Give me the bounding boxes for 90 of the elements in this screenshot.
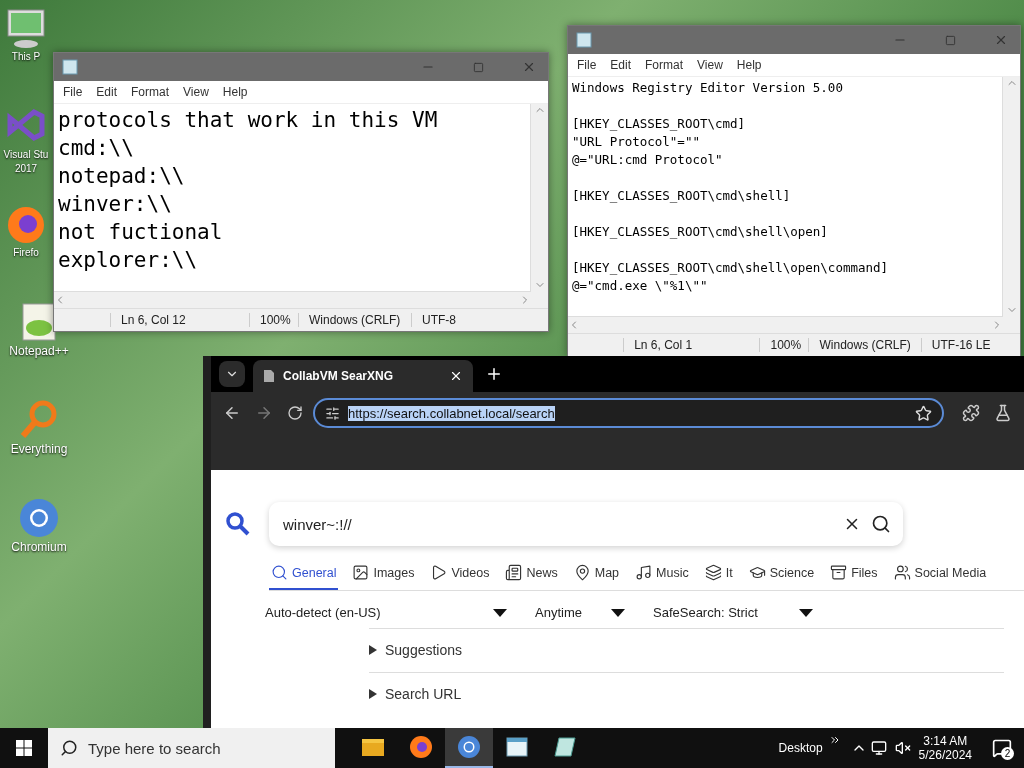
chromium-logo-icon [17,496,61,540]
clock[interactable]: 3:14 AM 5/26/2024 [918,734,972,762]
triangle-right-icon [369,689,377,699]
notification-icon [992,738,1012,758]
filter-dropdown[interactable]: SafeSearch: Strict [653,605,813,620]
desktop-shortcut[interactable]: Visual Stu 2017 [0,104,52,188]
people-icon [893,564,911,581]
triangle-right-icon [369,645,377,655]
windows-logo-icon [16,740,32,756]
bookmark-star-icon[interactable] [915,404,932,422]
search-icon[interactable] [871,514,891,534]
category-tab[interactable]: Map [571,560,622,590]
menu-item[interactable]: File [572,56,602,74]
music-note-icon [635,564,653,581]
menu-item[interactable]: Format [640,56,689,74]
search-icon [271,564,288,581]
status-text: UTF-8 [411,313,512,327]
layers-icon [704,564,722,581]
collapsible-section[interactable]: Search URL [369,672,1004,716]
search-icon [60,739,78,757]
graduation-cap-icon [748,564,766,581]
category-tab[interactable]: Images [350,560,417,590]
notification-count: 2 [1001,747,1014,760]
arrow-right-icon [255,404,273,422]
close-icon [522,60,536,74]
status-text: Ln 6, Col 1 [623,338,760,352]
plus-icon [485,365,503,383]
category-tab[interactable]: General [269,560,339,590]
desktop-shortcut[interactable]: This P [0,6,52,90]
browser-tab[interactable]: CollabVM SearXNG [253,360,473,392]
fox-globe-icon [409,735,433,759]
search-field[interactable]: winver~:!// [269,502,903,546]
category-tab[interactable]: Science [746,560,817,590]
menu-item[interactable]: Help [731,56,767,74]
menu-item[interactable]: View [692,56,728,74]
archive-box-icon [830,564,848,581]
play-icon [430,564,448,581]
category-tab[interactable]: Music [633,560,691,590]
menu-item[interactable]: File [58,83,88,101]
caret-icon [799,608,813,617]
notepad-icon [576,32,592,48]
category-tab[interactable]: Videos [428,560,492,590]
category-tab[interactable]: It [702,560,735,590]
chromium-logo-icon [457,735,481,759]
notepad-slanted-icon [553,736,577,758]
searxng-logo-icon [225,511,251,537]
category-tab[interactable]: News [503,560,560,590]
notepad-icon [505,736,529,758]
close-icon[interactable] [449,369,463,383]
puzzle-icon [962,404,980,422]
volume-muted-icon[interactable] [894,740,911,756]
status-text: Windows (CRLF) [298,313,411,327]
tab-list-button[interactable] [219,361,245,387]
status-text: UTF-16 LE [920,338,1020,352]
notepad-icon [62,59,78,75]
close-icon [994,33,1008,47]
caret-icon [611,608,625,617]
reload-icon [287,405,303,421]
map-pin-icon [573,564,591,581]
menu-item[interactable]: Edit [605,56,637,74]
status-text: Ln 6, Col 12 [110,313,249,327]
menu-item[interactable]: Help [217,83,253,101]
collapsible-section[interactable]: Suggestions [369,628,1004,672]
menu-item[interactable]: View [178,83,214,101]
site-settings-icon[interactable] [325,405,340,421]
menu-item[interactable]: Format [126,83,175,101]
double-chevron-icon[interactable] [828,734,841,746]
status-text: 100% [249,313,298,327]
caret-icon [493,608,507,617]
menu-item[interactable]: Edit [91,83,123,101]
status-text: 100% [759,338,809,352]
status-text: Windows (CRLF) [808,338,921,352]
maximize-icon [473,61,484,73]
monitor-icon [4,6,48,50]
flask-icon [994,404,1012,422]
notification-button[interactable]: 2 [980,728,1024,768]
category-tab[interactable]: Social Media [891,560,989,590]
network-icon[interactable] [870,740,887,756]
desktop-toolbar-label[interactable]: Desktop [778,741,823,755]
folder-icon [361,737,385,757]
filter-dropdown[interactable]: Auto-detect (en-US) [265,605,507,620]
maximize-icon [945,34,956,46]
category-tab[interactable]: Files [828,560,880,590]
page-icon [263,369,275,383]
desktop-shortcut[interactable]: Firefo [0,202,52,286]
image-icon [352,564,370,581]
address-bar[interactable]: https://search.collabnet.local/search [313,398,944,428]
taskbar-search-field[interactable]: Type here to search [48,728,335,768]
filter-dropdown[interactable]: Anytime [535,605,625,620]
newspaper-icon [505,564,523,581]
